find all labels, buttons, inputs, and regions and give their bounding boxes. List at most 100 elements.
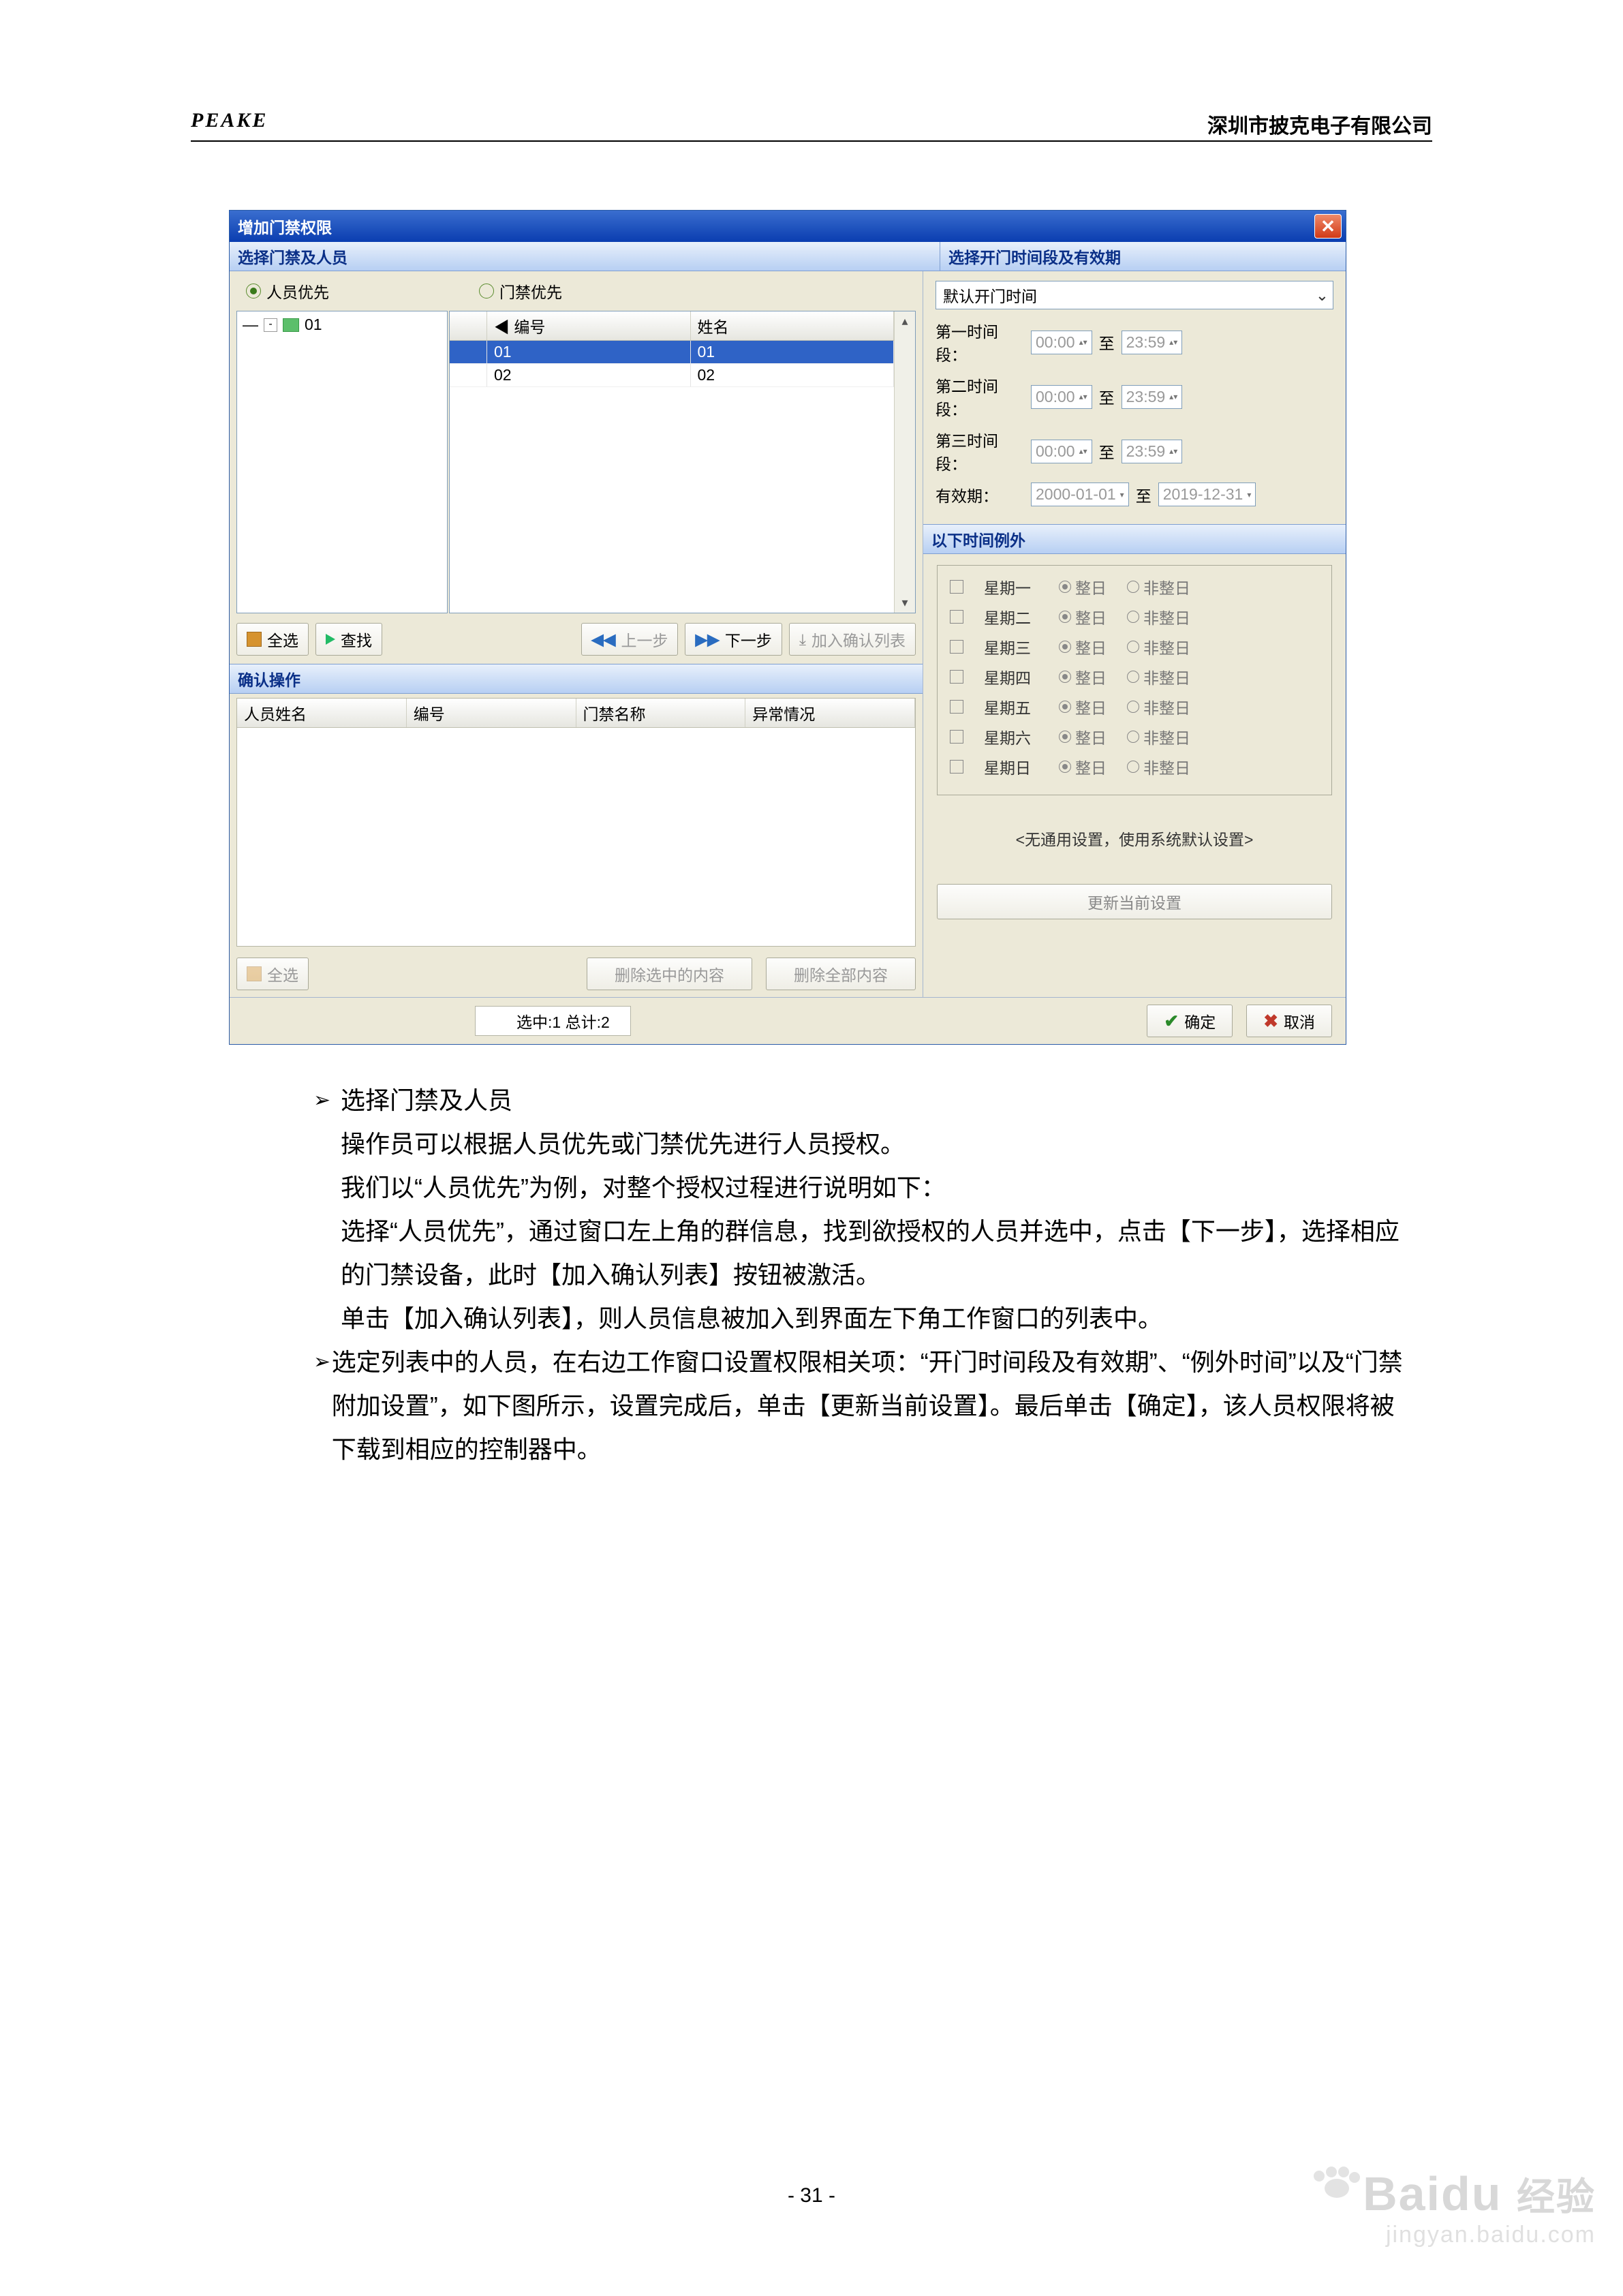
delete-selected-button[interactable]: 删除选中的内容 <box>587 958 752 990</box>
radio-not-full-day[interactable]: 非整日 <box>1127 605 1190 628</box>
find-label: 查找 <box>341 628 372 651</box>
radio-dot-icon <box>1127 761 1139 773</box>
spinner-icon[interactable]: ▴▾ <box>1079 393 1087 400</box>
radio-person-priority[interactable]: 人员优先 <box>246 279 329 303</box>
cancel-label: 取消 <box>1284 1009 1315 1032</box>
footer-bar: 选中:1 总计:2 ✔确定 ✖取消 <box>230 997 1346 1044</box>
group-tree[interactable]: — - 01 <box>236 311 448 613</box>
ct-col-door[interactable]: 门禁名称 <box>576 699 746 727</box>
add-to-list-button[interactable]: ⤓加入确认列表 <box>789 623 916 656</box>
update-settings-button[interactable]: 更新当前设置 <box>937 884 1332 919</box>
time-to-input[interactable]: 23:59▴▾ <box>1122 385 1183 409</box>
checkbox[interactable] <box>950 640 963 654</box>
grid-row[interactable]: 01 01 <box>450 341 894 364</box>
radio-full-day[interactable]: 整日 <box>1059 665 1107 688</box>
ct-col-exc[interactable]: 异常情况 <box>745 699 915 727</box>
scroll-up-icon[interactable]: ▴ <box>901 314 908 328</box>
cancel-button[interactable]: ✖取消 <box>1246 1005 1332 1037</box>
day-label: 星期日 <box>984 755 1038 778</box>
time-row-2: 第二时间段： 00:00▴▾ 至 23:59▴▾ <box>936 373 1333 420</box>
sort-icon[interactable]: ◀ <box>494 318 510 336</box>
checkbox[interactable] <box>950 580 963 594</box>
opt-not-label: 非整日 <box>1143 605 1190 628</box>
tree-item[interactable]: — - 01 <box>243 316 442 334</box>
spinner-icon[interactable]: ▴▾ <box>1169 393 1177 400</box>
radio-dot-icon <box>1059 641 1071 653</box>
opt-not-label: 非整日 <box>1143 665 1190 688</box>
time-to-value: 23:59 <box>1126 333 1166 352</box>
time-from-input[interactable]: 00:00▴▾ <box>1031 385 1092 409</box>
time-from-input[interactable]: 00:00▴▾ <box>1031 440 1092 463</box>
wm-url: jingyan.baidu.com <box>1312 2222 1596 2248</box>
delete-all-button[interactable]: 删除全部内容 <box>766 958 916 990</box>
dropdown-value: 默认开门时间 <box>943 284 1037 307</box>
radio-not-full-day[interactable]: 非整日 <box>1127 635 1190 658</box>
grid-header-col1[interactable]: 编号 <box>514 318 545 336</box>
valid-row: 有效期： 2000-01-01▾ 至 2019-12-31▾ <box>936 483 1333 506</box>
grid-scrollbar[interactable]: ▴ ▾ <box>894 311 915 613</box>
checkbox[interactable] <box>950 760 963 774</box>
left-section-header: 选择门禁及人员 <box>230 242 940 271</box>
radio-dot-icon <box>1059 701 1071 713</box>
radio-full-day[interactable]: 整日 <box>1059 635 1107 658</box>
spinner-icon[interactable]: ▴▾ <box>1079 339 1087 346</box>
ok-button[interactable]: ✔确定 <box>1147 1005 1233 1037</box>
confirm-select-all-button[interactable]: 全选 <box>236 958 309 990</box>
chevron-down-icon[interactable]: ▾ <box>1120 491 1124 498</box>
checkbox[interactable] <box>950 610 963 624</box>
radio-not-full-day[interactable]: 非整日 <box>1127 575 1190 598</box>
person-grid[interactable]: ◀ 编号 姓名 01 01 02 02 <box>449 311 916 613</box>
close-button[interactable]: ✕ <box>1314 214 1342 239</box>
tree-line-icon: — <box>243 316 258 334</box>
valid-label: 有效期： <box>936 483 1024 506</box>
paw-icon <box>1312 2167 1360 2201</box>
exc-row: 星期三整日非整日 <box>950 635 1319 658</box>
grid-header-col2[interactable]: 姓名 <box>691 311 895 340</box>
to-label: 至 <box>1099 440 1115 463</box>
time-to-input[interactable]: 23:59▴▾ <box>1122 440 1183 463</box>
radio-full-day[interactable]: 整日 <box>1059 755 1107 778</box>
time-row-1: 第一时间段： 00:00▴▾ 至 23:59▴▾ <box>936 319 1333 365</box>
spinner-icon[interactable]: ▴▾ <box>1169 448 1177 455</box>
opt-not-label: 非整日 <box>1143 755 1190 778</box>
scroll-down-icon[interactable]: ▾ <box>901 596 908 610</box>
grid-header: ◀ 编号 姓名 <box>450 311 894 341</box>
radio-not-full-day[interactable]: 非整日 <box>1127 665 1190 688</box>
radio-dot-icon <box>1127 731 1139 743</box>
grid-row[interactable]: 02 02 <box>450 364 894 387</box>
prev-step-button[interactable]: ◀◀上一步 <box>581 623 678 656</box>
find-button[interactable]: 查找 <box>315 623 382 656</box>
radio-not-full-day[interactable]: 非整日 <box>1127 695 1190 718</box>
valid-to-input[interactable]: 2019-12-31▾ <box>1158 483 1256 506</box>
exception-header: 以下时间例外 <box>923 524 1346 554</box>
grid-header-checkbox[interactable] <box>450 311 487 340</box>
opt-not-label: 非整日 <box>1143 695 1190 718</box>
expand-icon[interactable]: - <box>264 318 277 332</box>
radio-full-day[interactable]: 整日 <box>1059 725 1107 748</box>
spinner-icon[interactable]: ▴▾ <box>1169 339 1177 346</box>
radio-full-day[interactable]: 整日 <box>1059 695 1107 718</box>
bullet-icon: ➢ <box>313 1079 341 1341</box>
next-step-button[interactable]: ▶▶下一步 <box>685 623 782 656</box>
time-from-input[interactable]: 00:00▴▾ <box>1031 331 1092 354</box>
time-to-input[interactable]: 23:59▴▾ <box>1122 331 1183 354</box>
radio-full-day[interactable]: 整日 <box>1059 575 1107 598</box>
checkbox[interactable] <box>950 700 963 714</box>
radio-not-full-day[interactable]: 非整日 <box>1127 725 1190 748</box>
ct-col-no[interactable]: 编号 <box>407 699 576 727</box>
radio-full-day[interactable]: 整日 <box>1059 605 1107 628</box>
time-dropdown[interactable]: 默认开门时间 ⌄ <box>936 281 1333 309</box>
spinner-icon[interactable]: ▴▾ <box>1079 448 1087 455</box>
valid-from-input[interactable]: 2000-01-01 ▾ <box>1031 483 1129 506</box>
wm-brand2: du <box>1441 2167 1502 2220</box>
ct-col-name[interactable]: 人员姓名 <box>237 699 407 727</box>
checkbox[interactable] <box>950 730 963 744</box>
confirm-select-all-label: 全选 <box>267 962 298 985</box>
chevron-down-icon[interactable]: ▾ <box>1247 491 1251 498</box>
radio-door-priority[interactable]: 门禁优先 <box>479 279 562 303</box>
radio-dot-icon <box>479 284 494 299</box>
radio-not-full-day[interactable]: 非整日 <box>1127 755 1190 778</box>
select-all-button[interactable]: 全选 <box>236 623 309 656</box>
checkbox[interactable] <box>950 670 963 684</box>
valid-from-value: 2000-01-01 <box>1036 485 1116 504</box>
